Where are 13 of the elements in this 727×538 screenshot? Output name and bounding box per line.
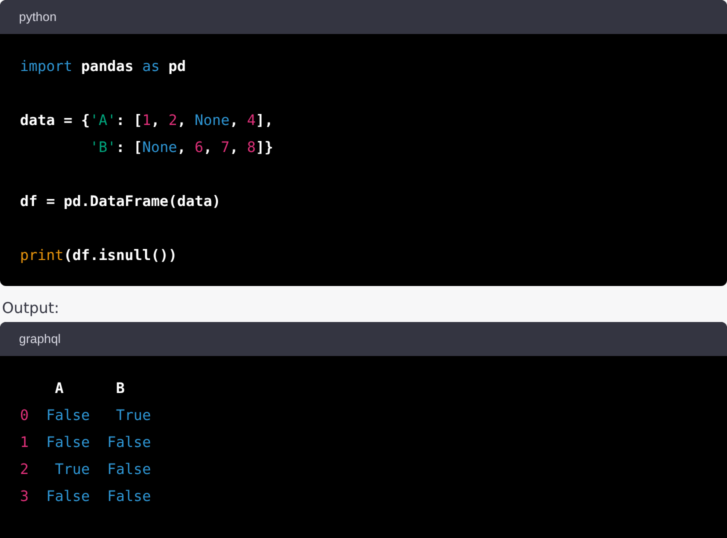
code-line: A B (54, 380, 125, 398)
language-label: graphql (19, 332, 61, 346)
code-line: print(df.isnull()) (20, 246, 178, 264)
language-label: python (19, 10, 57, 24)
code-line: 2 True False (20, 460, 151, 478)
code-line: 1 False False (20, 434, 151, 452)
output-label: Output: (1, 298, 60, 319)
code-line: df = pd.DataFrame(data) (20, 192, 221, 210)
code-line: 3 False False (20, 488, 151, 506)
code-line: 0 False True (20, 406, 151, 424)
code-line: data = {'A': [1, 2, None, 4], (20, 112, 274, 130)
code-line: 'B': [None, 6, 7, 8]} (88, 138, 274, 156)
code-line: import pandas as pd (20, 58, 186, 76)
